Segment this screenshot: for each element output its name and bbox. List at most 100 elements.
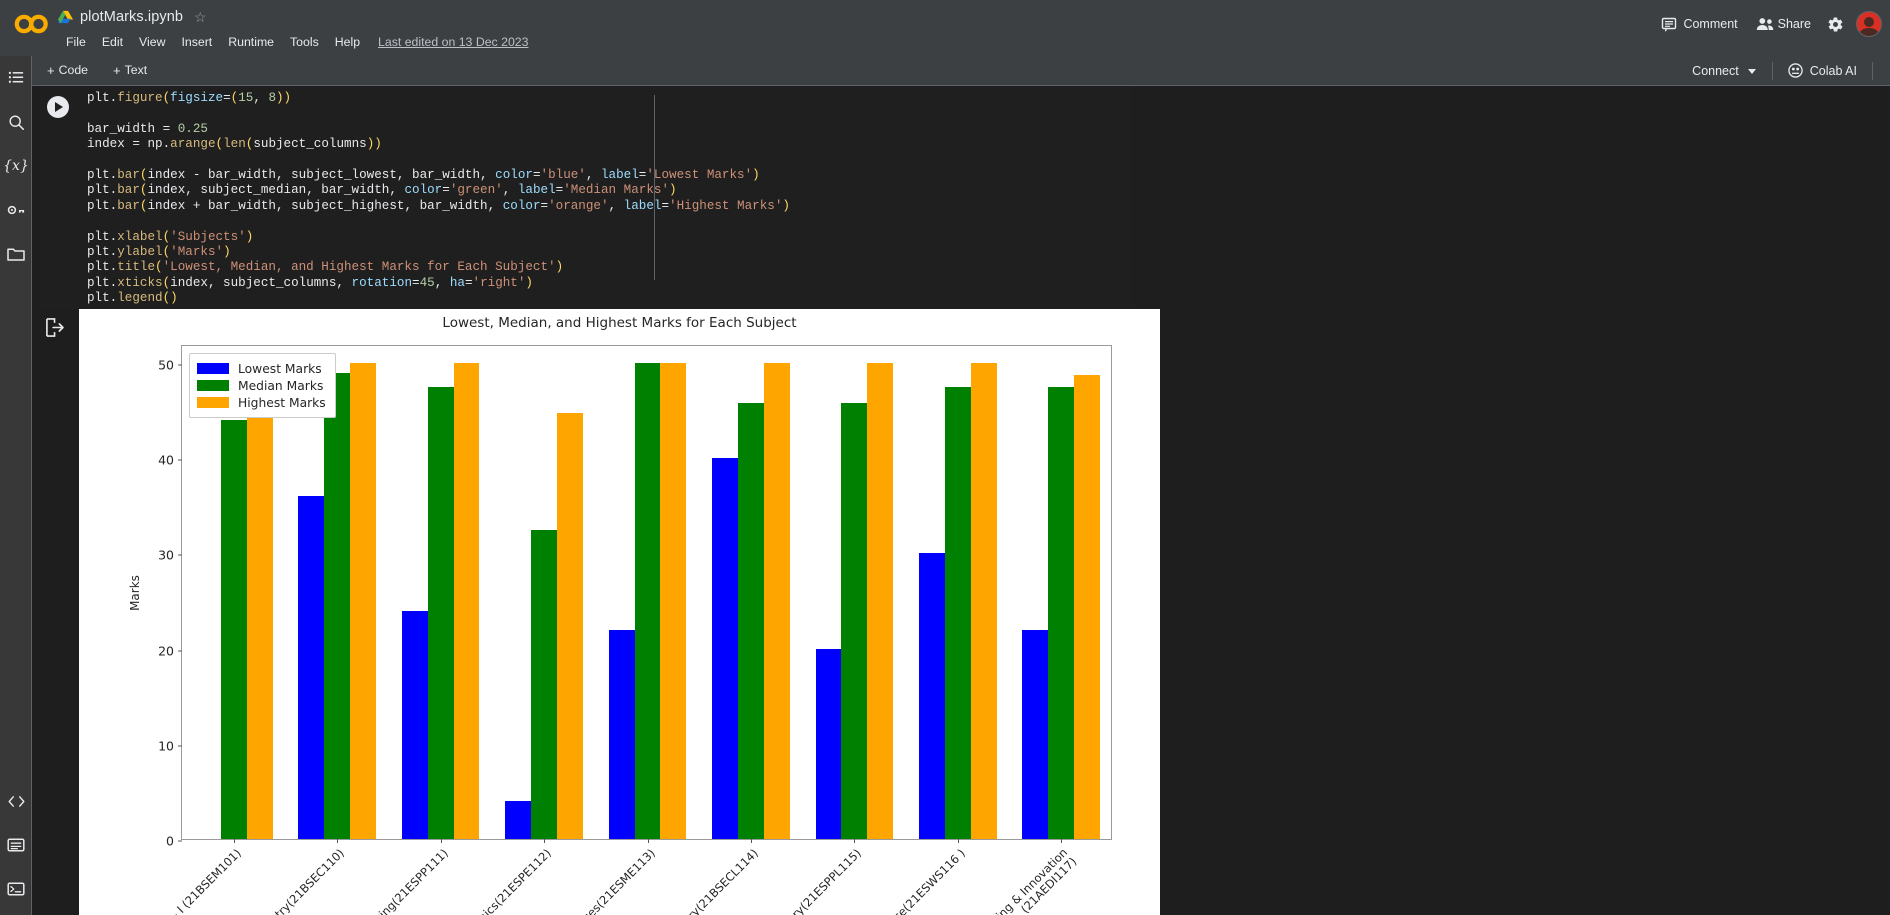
menu-item-runtime[interactable]: Runtime bbox=[220, 33, 282, 51]
notebook-title[interactable]: plotMarks.ipynb bbox=[80, 9, 183, 25]
star-outline-icon[interactable]: ☆ bbox=[194, 9, 207, 26]
chart-y-tick-mark bbox=[178, 840, 182, 842]
sidebar-item-secrets[interactable] bbox=[0, 188, 32, 232]
chart-bar bbox=[556, 412, 583, 839]
toolbar-divider-2 bbox=[1872, 62, 1873, 80]
chart-y-tick-mark bbox=[178, 745, 182, 747]
add-code-label: Code bbox=[58, 63, 88, 77]
code-editor[interactable]: plt.figure(figsize=(15, 8)) bar_width = … bbox=[87, 91, 1131, 309]
chart-bar bbox=[634, 363, 661, 839]
toolbar-divider bbox=[1771, 62, 1773, 80]
chart-bar bbox=[1074, 375, 1101, 839]
chart-y-tick-mark bbox=[178, 554, 182, 556]
chart-legend-swatch bbox=[197, 363, 229, 374]
colab-ai-label: Colab AI bbox=[1809, 64, 1857, 78]
chart-x-tick-mark bbox=[233, 839, 235, 843]
menu-item-file[interactable]: File bbox=[58, 33, 94, 51]
cell-output: Lowest, Median, and Highest Marks for Ea… bbox=[33, 309, 1160, 915]
chart-bar bbox=[298, 496, 325, 839]
settings-button[interactable] bbox=[1820, 11, 1850, 37]
code-source[interactable]: plt.figure(figsize=(15, 8)) bar_width = … bbox=[87, 91, 1131, 307]
notebook-body: plt.figure(figsize=(15, 8)) bar_width = … bbox=[33, 87, 1890, 915]
share-label: Share bbox=[1777, 17, 1811, 31]
people-icon bbox=[1756, 16, 1773, 32]
menu-bar: File Edit View Insert Runtime Tools Help… bbox=[58, 32, 528, 52]
chart-bar bbox=[246, 363, 273, 839]
colab-ai-button[interactable]: Colab AI bbox=[1780, 59, 1865, 83]
menu-item-tools[interactable]: Tools bbox=[282, 33, 327, 51]
sidebar-item-command-palette[interactable] bbox=[0, 823, 32, 867]
code-cell[interactable]: plt.figure(figsize=(15, 8)) bar_width = … bbox=[39, 87, 1131, 309]
chevron-down-icon[interactable] bbox=[1747, 68, 1756, 74]
last-edited-link[interactable]: Last edited on 13 Dec 2023 bbox=[378, 35, 528, 49]
chart-legend-swatch bbox=[197, 380, 229, 391]
run-cell-icon[interactable] bbox=[47, 96, 69, 118]
chart-bar bbox=[944, 386, 971, 839]
drive-icon[interactable] bbox=[58, 10, 73, 24]
add-text-cell-button[interactable]: + Text bbox=[106, 61, 154, 79]
chart-bar bbox=[841, 403, 868, 839]
chart-bar bbox=[350, 363, 376, 839]
chart-bar bbox=[427, 386, 454, 839]
chart-y-axis-label: Marks bbox=[127, 574, 142, 611]
cell-toolbar: + Code + Text Connect Colab AI bbox=[0, 56, 1890, 86]
sidebar-item-code-snippets[interactable] bbox=[0, 779, 32, 823]
chart-bar bbox=[660, 363, 687, 839]
sidebar-item-table-of-contents[interactable] bbox=[0, 56, 32, 100]
sidebar-item-terminal[interactable] bbox=[0, 867, 32, 911]
chart-bar bbox=[453, 363, 480, 839]
sidebar-item-search[interactable] bbox=[0, 100, 32, 144]
chart-bar bbox=[1022, 629, 1049, 839]
chart-x-tick-mark bbox=[750, 839, 752, 843]
menu-item-help[interactable]: Help bbox=[327, 33, 368, 51]
sidebar-item-files[interactable] bbox=[0, 232, 32, 276]
output-toggle-icon[interactable] bbox=[45, 317, 67, 339]
comment-label: Comment bbox=[1683, 17, 1738, 31]
add-text-label: Text bbox=[124, 63, 148, 77]
chart-bar bbox=[867, 363, 894, 839]
chart-plot-area: Marks Lowest Marks Median Marks Highest Ma… bbox=[128, 345, 1112, 915]
user-avatar[interactable] bbox=[1856, 11, 1882, 37]
gear-icon bbox=[1827, 16, 1843, 32]
toolbar-right: Connect Colab AI bbox=[1683, 59, 1880, 83]
connect-button[interactable]: Connect bbox=[1683, 60, 1765, 82]
add-code-cell-button[interactable]: + Code bbox=[40, 61, 95, 79]
menu-item-view[interactable]: View bbox=[131, 33, 173, 51]
chart-bar bbox=[505, 800, 532, 839]
connect-label: Connect bbox=[1692, 64, 1739, 78]
sidebar-bottom-group bbox=[0, 779, 32, 911]
chart-bar bbox=[401, 610, 428, 839]
colab-logo-icon[interactable] bbox=[13, 12, 51, 36]
plus-icon: + bbox=[47, 62, 55, 78]
chart-x-tick-mark bbox=[854, 839, 856, 843]
chart-bar bbox=[531, 529, 557, 839]
chart-bar bbox=[712, 458, 738, 839]
title-block: plotMarks.ipynb ☆ File Edit View Insert … bbox=[58, 6, 528, 52]
chart-legend-item: Median Marks bbox=[197, 377, 326, 394]
chart-x-tick-mark bbox=[1061, 839, 1063, 843]
header-actions: Comment Share bbox=[1652, 11, 1882, 37]
chart-legend-item: Highest Marks bbox=[197, 394, 326, 411]
comment-button[interactable]: Comment bbox=[1652, 11, 1746, 37]
chart-x-tick-label: s - I (21BSEM101) bbox=[161, 846, 244, 915]
editor-guide-line bbox=[654, 95, 655, 280]
share-button[interactable]: Share bbox=[1747, 11, 1820, 37]
menu-item-edit[interactable]: Edit bbox=[94, 33, 131, 51]
menu-item-insert[interactable]: Insert bbox=[173, 33, 220, 51]
app-header: plotMarks.ipynb ☆ File Edit View Insert … bbox=[0, 0, 1890, 56]
chart-x-tick-mark bbox=[957, 839, 959, 843]
chart-legend-swatch bbox=[197, 397, 229, 408]
sidebar-item-variables[interactable]: {x} bbox=[0, 144, 32, 188]
chart-bar bbox=[324, 372, 351, 839]
chart-bar bbox=[738, 403, 764, 839]
chart-legend-label: Median Marks bbox=[238, 378, 324, 393]
chart-y-tick-mark bbox=[178, 364, 182, 366]
chart-legend-label: Lowest Marks bbox=[238, 361, 322, 376]
chart-bar bbox=[815, 648, 842, 839]
chart-bar bbox=[608, 629, 635, 839]
title-row: plotMarks.ipynb ☆ bbox=[58, 6, 528, 28]
chart-legend-item: Lowest Marks bbox=[197, 360, 326, 377]
chart-x-tick-mark bbox=[337, 839, 339, 843]
chart-x-tick-mark bbox=[647, 839, 649, 843]
left-sidebar: {x} bbox=[0, 56, 32, 915]
